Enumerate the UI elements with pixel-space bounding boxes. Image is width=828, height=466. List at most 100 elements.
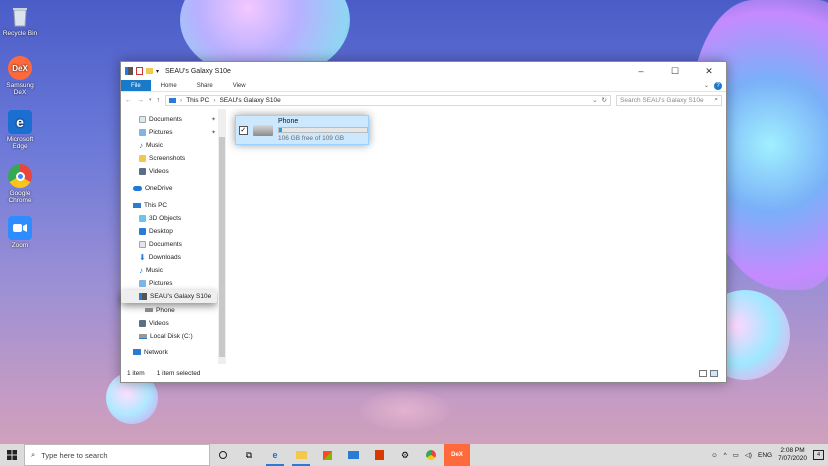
details-view-icon[interactable] [699,369,707,377]
network-icon[interactable]: ▭ [733,451,739,459]
local-disk-icon [139,333,147,339]
nav-item-network[interactable]: Network [133,347,168,357]
address-bar[interactable]: › This PC › SEAU's Galaxy S10e ⌄ ↻ [165,94,611,106]
tab-home[interactable]: Home [151,80,187,91]
refresh-icon[interactable]: ↻ [602,96,607,104]
nav-item-phone-storage[interactable]: Phone [145,305,175,315]
minimize-button[interactable]: – [624,62,658,80]
back-arrow-icon[interactable]: ← [125,97,132,104]
title-bar[interactable]: ▾ SEAU's Galaxy S10e – ☐ ✕ [121,62,726,80]
documents-icon [139,115,146,123]
clock[interactable]: 2:08 PM 7/07/2020 [778,447,807,463]
mail-icon[interactable] [340,444,366,466]
search-icon: ⌕ [714,96,718,103]
file-explorer-icon[interactable] [288,444,314,466]
scrollbar-thumb[interactable] [219,137,225,357]
nav-item-downloads[interactable]: ⬇ Downloads [139,252,181,262]
nav-item-pictures[interactable]: Pictures ✦ [139,127,216,137]
documents-icon [139,240,146,248]
properties-icon[interactable] [136,67,143,75]
close-button[interactable]: ✕ [692,62,726,80]
chevron-down-icon[interactable]: ▾ [156,68,159,75]
notification-center-icon[interactable]: 4 [813,450,824,460]
onedrive-cloud-icon [133,185,142,191]
nav-item-documents[interactable]: Documents ✦ [139,114,216,124]
forward-arrow-icon[interactable]: → [137,97,144,104]
windows-logo-icon [7,450,17,460]
help-icon[interactable]: ? [714,81,722,90]
search-placeholder: Search SEAU's Galaxy S10e [620,96,704,104]
tab-view[interactable]: View [223,80,256,91]
desktop-icon-label: Samsung DeX [6,82,34,96]
nav-item-local-disk[interactable]: Local Disk (C:) [139,331,193,341]
chrome-icon[interactable] [418,444,444,466]
new-folder-icon[interactable] [146,68,153,74]
breadcrumb-device[interactable]: SEAU's Galaxy S10e [219,97,280,104]
nav-item-documents-pc[interactable]: Documents [139,239,182,249]
drive-free-space: 106 GB free of 109 GB [278,135,345,142]
tab-file[interactable]: File [121,80,151,91]
start-button[interactable] [0,444,24,466]
up-arrow-icon[interactable]: ↑ [157,97,161,104]
nav-item-onedrive[interactable]: OneDrive [133,183,172,193]
people-icon[interactable]: ☺ [711,452,718,459]
selection-checkbox[interactable]: ✓ [239,125,248,135]
cortana-icon[interactable] [210,444,236,466]
nav-scrollbar[interactable] [218,109,226,364]
expand-ribbon-icon[interactable]: ⌄ [704,82,709,89]
recent-chevron-icon[interactable]: ▾ [149,97,152,103]
nav-item-music[interactable]: ♪ Music [139,140,163,150]
nav-item-pictures-pc[interactable]: Pictures [139,278,172,288]
drive-tile-phone[interactable]: ✓ Phone 106 GB free of 109 GB [235,115,369,145]
dex-icon: DeX [8,56,32,80]
desktop-icon-zoom[interactable]: Zoom [2,216,38,249]
breadcrumb-this-pc[interactable]: This PC [186,97,209,104]
pin-icon[interactable]: ✦ [211,116,216,123]
window-title: SEAU's Galaxy S10e [165,67,231,75]
file-explorer-window[interactable]: ▾ SEAU's Galaxy S10e – ☐ ✕ File Home Sha… [120,61,727,383]
desktop-icon-chrome[interactable]: Google Chrome [2,164,38,204]
address-dropdown-icon[interactable]: ⌄ [592,96,597,104]
tab-share[interactable]: Share [187,80,223,91]
language-indicator[interactable]: ENG [758,452,772,459]
download-arrow-icon: ⬇ [139,252,146,262]
wallpaper-blob [360,390,450,430]
nav-item-screenshots[interactable]: Screenshots [139,153,185,163]
pictures-icon [139,128,146,136]
desktop-icon-recycle-bin[interactable]: Recycle Bin [2,4,38,37]
volume-icon[interactable]: ◁) [745,451,752,459]
clock-date: 7/07/2020 [778,455,807,462]
search-input[interactable]: Search SEAU's Galaxy S10e ⌕ [616,94,722,106]
office-icon[interactable] [366,444,392,466]
explorer-app-icon [125,67,133,75]
videos-icon [139,319,146,327]
recycle-bin-icon [8,4,32,28]
store-icon[interactable] [314,444,340,466]
nav-item-videos-pc[interactable]: Videos [139,318,169,328]
nav-item-desktop[interactable]: Desktop [139,226,173,236]
maximize-button[interactable]: ☐ [658,62,692,80]
status-bar: 1 item 1 item selected [121,364,726,382]
task-view-icon[interactable]: ⧉ [236,444,262,466]
network-icon [133,349,141,355]
drive-name: Phone [278,118,299,125]
edge-icon[interactable]: e [262,444,288,466]
system-tray: ☺ ^ ▭ ◁) ENG 2:08 PM 7/07/2020 4 [711,447,828,463]
tiles-view-icon[interactable] [710,369,718,377]
taskbar-search-input[interactable]: ⌕ Type here to search [24,444,210,466]
nav-item-3d-objects[interactable]: 3D Objects [139,213,181,223]
desktop-icon-samsung-dex[interactable]: DeX Samsung DeX [2,56,38,96]
nav-item-this-pc[interactable]: This PC [133,200,167,210]
desktop-icon-edge[interactable]: e Microsoft Edge [2,110,38,150]
show-hidden-icons-chevron-icon[interactable]: ^ [724,452,727,459]
nav-item-galaxy-device[interactable]: SEAU's Galaxy S10e [121,290,217,303]
pc-icon [169,97,177,103]
dex-icon[interactable]: DeX [444,444,470,466]
music-icon: ♪ [139,140,143,150]
nav-item-videos[interactable]: Videos [139,166,169,176]
pc-icon [133,202,141,208]
settings-icon[interactable]: ⚙ [392,444,418,466]
pin-icon[interactable]: ✦ [211,129,216,136]
nav-item-music-pc[interactable]: ♪ Music [139,265,163,275]
address-row: ← → ▾ ↑ › This PC › SEAU's Galaxy S10e ⌄… [121,92,726,108]
